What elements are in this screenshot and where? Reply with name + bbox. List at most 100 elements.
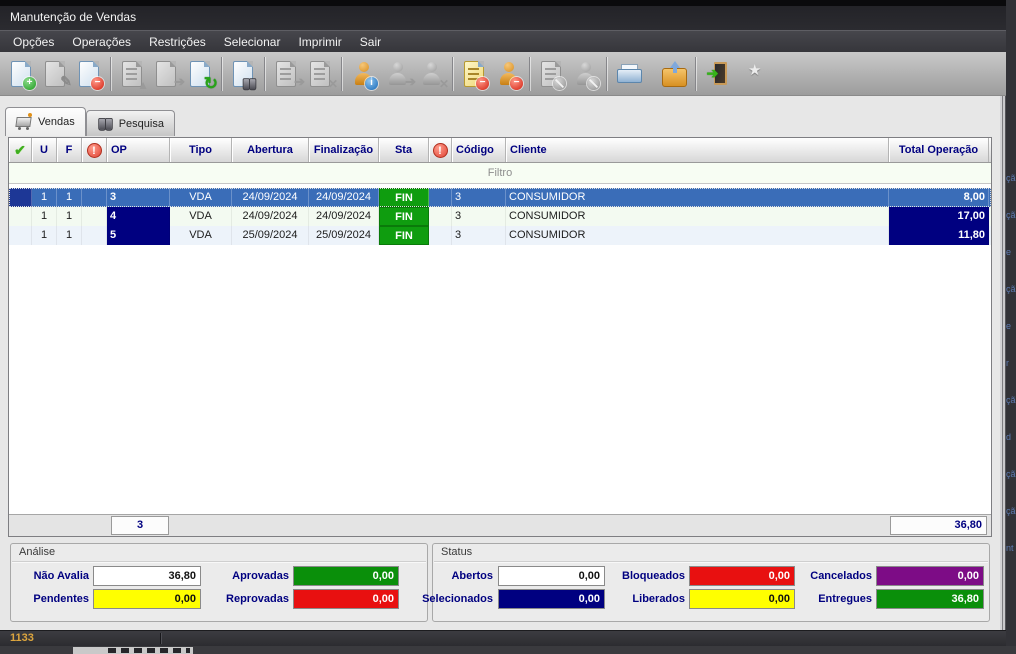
nao-avalia-value: 36,80	[93, 566, 201, 586]
favorite-star-icon: ★	[748, 61, 761, 79]
cell-alert2	[429, 188, 452, 207]
printer-icon	[617, 64, 640, 83]
cell-f: 1	[57, 188, 82, 207]
person-remove-button[interactable]: −	[491, 56, 525, 92]
table-row[interactable]: 1 1 5 VDA 25/09/2024 25/09/2024 FIN 3 CO…	[9, 226, 991, 245]
person-cancel-icon	[423, 62, 440, 85]
tab-vendas[interactable]: Vendas	[5, 107, 86, 136]
filter-row[interactable]: Filtro	[9, 163, 991, 184]
header-codigo[interactable]: Código	[452, 138, 506, 162]
cell-finalizacao: 24/09/2024	[309, 188, 379, 207]
cell-sta: FIN	[379, 226, 429, 245]
cell-total: 11,80	[889, 226, 989, 245]
header-u[interactable]: U	[32, 138, 57, 162]
table-row[interactable]: 1 1 3 VDA 24/09/2024 24/09/2024 FIN 3 CO…	[9, 188, 991, 207]
entregues-label: Entregues	[778, 589, 872, 609]
selecionados-value: 0,00	[498, 589, 605, 609]
window-title: Manutenção de Vendas	[10, 10, 136, 24]
toolbar-separator	[264, 57, 265, 91]
table-row[interactable]: 1 1 4 VDA 24/09/2024 24/09/2024 FIN 3 CO…	[9, 207, 991, 226]
cell-u: 1	[32, 207, 57, 226]
cell-alert	[82, 188, 107, 207]
statusbar-divider	[160, 633, 161, 644]
cell-total: 8,00	[889, 188, 989, 207]
header-alert1[interactable]: !	[82, 138, 107, 162]
person-cancel-button[interactable]: ✕	[414, 56, 448, 92]
cell-sta: FIN	[379, 207, 429, 226]
background-window-text-fragments: çã çã e çã e r çã d çã çã nt	[1006, 160, 1016, 580]
menu-sair[interactable]: Sair	[351, 33, 390, 51]
grid-rows: 1 1 3 VDA 24/09/2024 24/09/2024 FIN 3 CO…	[9, 188, 991, 245]
archive-button[interactable]	[657, 56, 691, 92]
filter-label: Filtro	[488, 167, 512, 179]
header-cliente[interactable]: Cliente	[506, 138, 889, 162]
binoculars-icon	[98, 118, 112, 129]
print-button[interactable]	[611, 56, 645, 92]
window-right-edge	[1000, 96, 1006, 630]
menu-imprimir[interactable]: Imprimir	[289, 33, 350, 51]
abertos-value: 0,00	[498, 566, 605, 586]
cell-codigo: 3	[452, 188, 506, 207]
analise-title: Análise	[19, 546, 55, 558]
archive-icon	[662, 68, 687, 87]
cell-total: 17,00	[889, 207, 989, 226]
doc-remove-button[interactable]: −	[457, 56, 491, 92]
person-forward-button[interactable]: ➔	[380, 56, 414, 92]
delete-record-button[interactable]: −	[72, 56, 106, 92]
analise-panel: Análise Não Avalia 36,80 Aprovadas 0,00 …	[10, 543, 428, 622]
header-check[interactable]: ✔	[9, 138, 32, 162]
menu-selecionar[interactable]: Selecionar	[215, 33, 290, 51]
doc-export-button[interactable]: ➔	[269, 56, 303, 92]
new-record-button[interactable]: +	[4, 56, 38, 92]
client-area: Vendas Pesquisa ✔ U F ! OP Tipo Abertura…	[0, 96, 1006, 630]
tab-pesquisa-label: Pesquisa	[119, 118, 164, 130]
title-bar[interactable]: Manutenção de Vendas	[0, 0, 1006, 30]
person-disable-button[interactable]	[568, 56, 602, 92]
doc-warning-button[interactable]: ▲	[115, 56, 149, 92]
bloqueados-label: Bloqueados	[593, 566, 685, 586]
header-tipo[interactable]: Tipo	[170, 138, 232, 162]
nao-avalia-label: Não Avalia	[11, 566, 89, 586]
row-check-cell	[9, 226, 32, 245]
doc-refresh-button[interactable]: ↻	[183, 56, 217, 92]
menu-operacoes[interactable]: Operações	[63, 33, 140, 51]
tab-vendas-label: Vendas	[38, 116, 75, 128]
cell-abertura: 24/09/2024	[232, 188, 309, 207]
reprovadas-label: Reprovadas	[199, 589, 289, 609]
cell-op: 5	[107, 226, 170, 245]
grid-header-row: ✔ U F ! OP Tipo Abertura Finalização Sta…	[9, 138, 991, 163]
person-info-button[interactable]: i	[346, 56, 380, 92]
toolbar-separator	[606, 57, 607, 91]
doc-disable-button[interactable]	[534, 56, 568, 92]
shopping-cart-icon	[16, 115, 33, 129]
toolbar-separator	[529, 57, 530, 91]
summary-total: 36,80	[890, 516, 987, 535]
header-abertura[interactable]: Abertura	[232, 138, 309, 162]
cell-u: 1	[32, 188, 57, 207]
edit-record-button[interactable]: ✎	[38, 56, 72, 92]
toolbar-separator	[221, 57, 222, 91]
pendentes-value: 0,00	[93, 589, 201, 609]
tab-bar: Vendas Pesquisa	[5, 107, 175, 136]
header-op[interactable]: OP	[107, 138, 170, 162]
menu-restricoes[interactable]: Restrições	[140, 33, 215, 51]
header-f[interactable]: F	[57, 138, 82, 162]
cancelados-value: 0,00	[876, 566, 984, 586]
cell-op: 4	[107, 207, 170, 226]
alert-icon: !	[87, 143, 102, 158]
sales-grid: ✔ U F ! OP Tipo Abertura Finalização Sta…	[8, 137, 992, 537]
tab-pesquisa[interactable]: Pesquisa	[86, 110, 175, 136]
header-finalizacao[interactable]: Finalização	[309, 138, 379, 162]
cell-op: 3	[107, 188, 170, 207]
row-check-cell	[9, 207, 32, 226]
summary-row-count: 3	[111, 516, 169, 535]
doc-search-button[interactable]	[226, 56, 260, 92]
doc-forward-button[interactable]: ➔	[149, 56, 183, 92]
doc-cancel-button[interactable]: ✕	[303, 56, 337, 92]
status-panel: Status Abertos 0,00 Bloqueados 0,00 Canc…	[432, 543, 990, 622]
header-sta[interactable]: Sta	[379, 138, 429, 162]
exit-button[interactable]: ➔	[700, 56, 734, 92]
menu-opcoes[interactable]: Opções	[4, 33, 63, 51]
header-alert2[interactable]: !	[429, 138, 452, 162]
header-total-operacao[interactable]: Total Operação	[889, 138, 989, 162]
